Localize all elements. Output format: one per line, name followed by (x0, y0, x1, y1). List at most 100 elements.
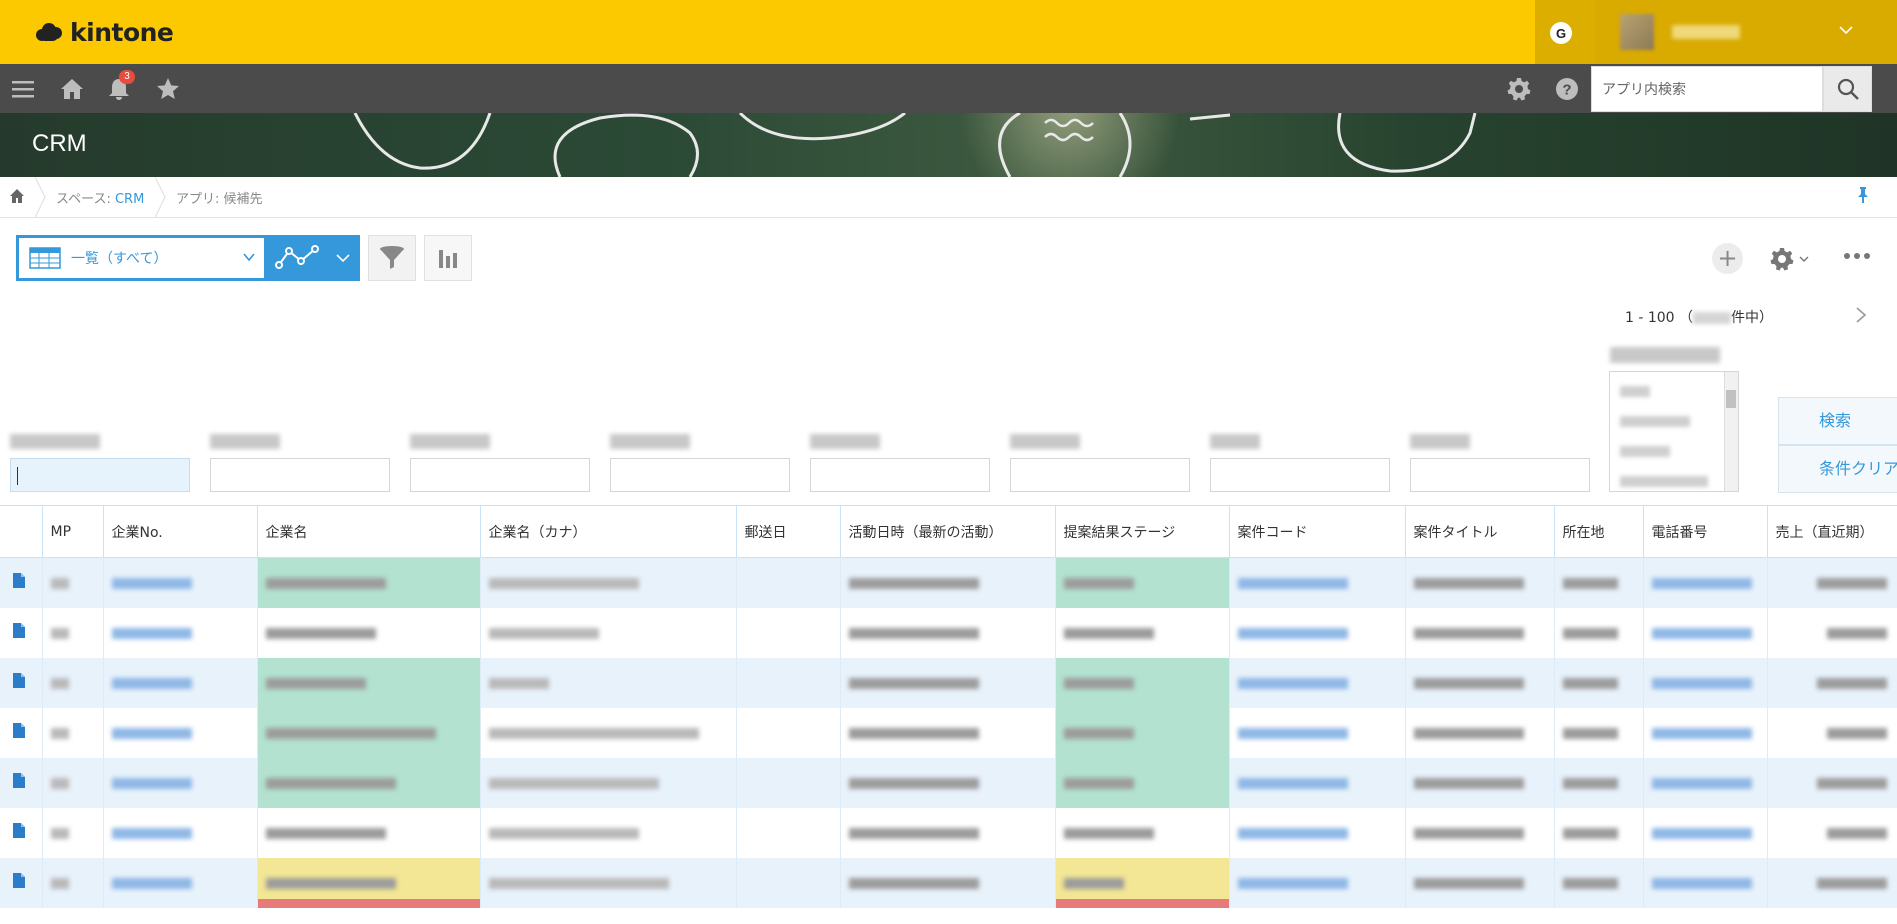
document-icon[interactable] (13, 623, 25, 638)
view-selector[interactable]: 一覧（すべて） (16, 235, 267, 281)
table-row[interactable] (0, 607, 1897, 658)
filter-input[interactable] (1210, 458, 1390, 492)
table-cell (1405, 557, 1555, 608)
redacted-value (111, 828, 192, 839)
home-icon[interactable] (9, 188, 25, 204)
table-cell (103, 607, 258, 658)
redacted-value (1063, 578, 1134, 590)
document-icon[interactable] (13, 673, 25, 688)
column-header[interactable]: MP (42, 505, 104, 558)
redacted-value (488, 678, 549, 689)
redacted-value (1562, 828, 1618, 839)
graph-view-button[interactable] (267, 235, 360, 281)
redacted-value (1651, 578, 1752, 590)
column-header[interactable]: 電話番号 (1643, 505, 1768, 558)
graph-button[interactable] (424, 235, 472, 281)
column-header[interactable]: 企業名 (257, 505, 481, 558)
list-item[interactable] (1620, 476, 1708, 487)
table-cell (1405, 807, 1555, 858)
app-search-input[interactable] (1591, 66, 1823, 112)
table-cell (480, 607, 737, 658)
table-row[interactable] (0, 857, 1897, 908)
account-badge[interactable]: G (1550, 22, 1572, 44)
pagination-suffix: 件中） (1731, 310, 1774, 326)
table-row[interactable] (0, 657, 1897, 708)
record-detail-cell[interactable] (0, 607, 43, 658)
chevron-down-icon[interactable] (1838, 22, 1854, 43)
column-header[interactable]: 案件タイトル (1405, 505, 1555, 558)
search-button[interactable] (1823, 66, 1872, 112)
scrollbar[interactable] (1724, 372, 1738, 491)
add-record-button[interactable]: + (1712, 243, 1743, 274)
table-row[interactable] (0, 557, 1897, 608)
pin-icon[interactable] (1855, 186, 1871, 204)
filter-label (1410, 434, 1470, 449)
filter-input[interactable] (210, 458, 390, 492)
redacted-value (265, 628, 376, 639)
home-icon[interactable] (59, 76, 85, 102)
column-header[interactable]: 活動日時（最新の活動） (840, 505, 1056, 558)
redacted-value (1816, 878, 1887, 889)
filter-input[interactable] (10, 458, 190, 492)
column-header[interactable]: 所在地 (1554, 505, 1644, 558)
redacted-value (1651, 828, 1752, 839)
column-header[interactable]: 企業No. (103, 505, 258, 558)
breadcrumb-space[interactable]: スペース: CRM (56, 188, 144, 207)
breadcrumb-app: アプリ: 候補先 (176, 192, 263, 207)
menu-icon[interactable] (10, 76, 36, 102)
breadcrumb (0, 177, 1897, 218)
breadcrumb-space-link[interactable]: CRM (115, 192, 144, 207)
list-item[interactable] (1620, 386, 1650, 397)
document-icon[interactable] (13, 723, 25, 738)
table-cell (42, 757, 104, 808)
filter-input[interactable] (410, 458, 590, 492)
filter-input[interactable] (610, 458, 790, 492)
table-cell (1229, 657, 1406, 708)
app-settings-button[interactable] (1769, 245, 1815, 273)
column-header[interactable]: 企業名（カナ） (480, 505, 737, 558)
document-icon[interactable] (13, 873, 25, 888)
table-cell (480, 557, 737, 608)
document-icon[interactable] (13, 573, 25, 589)
kintone-logo[interactable]: kintone (34, 16, 174, 48)
column-header[interactable]: 提案結果ステージ (1055, 505, 1230, 558)
search-submit-button[interactable]: 検索 (1778, 397, 1897, 445)
table-row[interactable] (0, 807, 1897, 858)
redacted-value (1562, 728, 1618, 739)
clear-conditions-button[interactable]: 条件クリア (1778, 445, 1897, 493)
column-header[interactable]: 売上（直近期） (1767, 505, 1897, 558)
breadcrumb-separator (34, 177, 46, 218)
record-detail-cell[interactable] (0, 757, 43, 808)
table-cell (480, 657, 737, 708)
table-row[interactable] (0, 707, 1897, 758)
next-page-button[interactable] (1855, 306, 1867, 329)
multi-select-list[interactable] (1609, 371, 1739, 492)
star-icon[interactable] (155, 76, 181, 102)
table-row[interactable] (0, 757, 1897, 808)
column-header[interactable]: 郵送日 (736, 505, 841, 558)
document-icon[interactable] (13, 823, 25, 838)
record-detail-cell[interactable] (0, 557, 43, 608)
table-cell (103, 557, 258, 608)
table-cell (480, 707, 737, 758)
filter-button[interactable] (368, 235, 416, 281)
document-icon[interactable] (13, 773, 25, 788)
list-item[interactable] (1620, 416, 1690, 427)
record-detail-cell[interactable] (0, 807, 43, 858)
record-detail-cell[interactable] (0, 857, 43, 908)
record-detail-cell[interactable] (0, 707, 43, 758)
help-icon[interactable]: ? (1554, 76, 1580, 102)
filter-input[interactable] (1410, 458, 1590, 492)
scrollbar-thumb[interactable] (1726, 390, 1736, 408)
list-item[interactable] (1620, 446, 1670, 457)
table-cell (1767, 857, 1897, 908)
avatar[interactable] (1620, 14, 1654, 50)
gear-icon[interactable] (1506, 76, 1532, 102)
record-detail-cell[interactable] (0, 657, 43, 708)
table-cell (1229, 607, 1406, 658)
filter-input[interactable] (810, 458, 990, 492)
filter-input[interactable] (1010, 458, 1190, 492)
more-options-icon[interactable] (1843, 247, 1871, 267)
plus-icon: + (1717, 244, 1738, 272)
column-header[interactable]: 案件コード (1229, 505, 1406, 558)
